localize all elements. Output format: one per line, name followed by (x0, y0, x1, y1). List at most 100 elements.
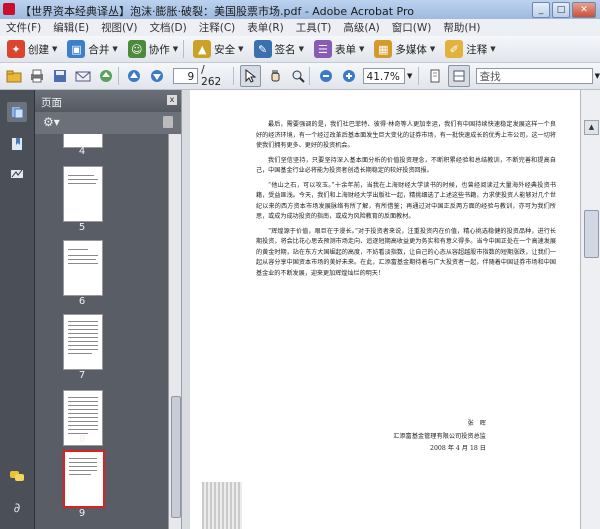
previous-page-icon[interactable] (125, 66, 144, 86)
sign-button[interactable]: ✎ 签名 ▼ (251, 38, 307, 60)
signature-date: 2008 年 4 月 18 日 (430, 445, 486, 452)
fit-page-icon[interactable] (425, 66, 444, 86)
search-placeholder: 查找 (479, 71, 501, 83)
toolbar-separator (418, 67, 420, 85)
options-gear-icon[interactable]: ⚙▾ (43, 115, 60, 129)
minimize-button[interactable]: _ (532, 2, 550, 18)
menu-forms[interactable]: 表单(R) (241, 20, 290, 35)
menu-advanced[interactable]: 高级(A) (337, 20, 385, 35)
pages-panel: 页面 x ⚙▾ 4 5 6 7 8 9 (35, 90, 182, 529)
page-thumbnail[interactable] (63, 240, 103, 296)
close-button[interactable]: ✕ (572, 2, 596, 18)
pages-panel-header: 页面 x (35, 90, 181, 112)
zoom-in-icon[interactable] (339, 66, 358, 86)
forms-button[interactable]: ☰ 表单 ▼ (311, 38, 367, 60)
panel-options-bar: ⚙▾ (35, 112, 181, 134)
page-thumbnail[interactable] (63, 314, 103, 370)
trash-icon[interactable] (163, 116, 173, 128)
page-thumbnail-label: 6 (78, 296, 86, 307)
maximize-button[interactable]: □ (552, 2, 570, 18)
dropdown-arrow-icon: ▼ (358, 45, 365, 53)
bookmarks-panel-icon[interactable] (7, 134, 27, 154)
dropdown-arrow-icon: ▼ (112, 45, 118, 53)
multimedia-button[interactable]: ▦ 多媒体 ▼ (371, 38, 438, 60)
collaborate-label: 协作 (148, 43, 170, 56)
scroll-thumb[interactable] (171, 396, 181, 518)
select-tool-icon[interactable] (239, 65, 262, 87)
pages-panel-icon[interactable] (7, 102, 27, 122)
sign-label: 签名 (274, 43, 296, 56)
menu-comments[interactable]: 注释(C) (193, 20, 242, 35)
combine-label: 合并 (88, 43, 110, 56)
email-icon[interactable] (73, 66, 92, 86)
lock-icon: ▲ (193, 40, 212, 58)
navigation-toolbar: 9 / 262 41.7% ▼ 查找 ▼ (0, 63, 600, 90)
document-scrollbar[interactable]: ▲ (580, 90, 600, 529)
close-panel-icon[interactable]: x (167, 95, 177, 105)
form-icon: ☰ (313, 40, 332, 58)
page-thumbnail-label: 9 (78, 508, 86, 519)
comments-panel-icon[interactable] (7, 466, 27, 486)
secure-button[interactable]: ▲ 安全 ▼ (190, 38, 246, 60)
comment-icon: ✐ (445, 40, 464, 58)
menu-file[interactable]: 文件(F) (0, 20, 47, 35)
paragraph: 最后，需要强调的是，我们社巴菲特、彼得·林奇等人更加幸运，我们有中国持续快速稳定… (256, 121, 556, 149)
paragraph: 我们坚信坚持，只要坚持深入基本面分析的价值投资理念，不断积累经验和总结教训，不断… (256, 156, 556, 175)
create-icon: ✦ (7, 40, 25, 58)
create-button[interactable]: ✦ 创建 ▼ (4, 38, 60, 60)
scroll-thumb[interactable] (584, 210, 599, 258)
menu-edit[interactable]: 编辑(E) (47, 20, 95, 35)
attachments-panel-icon[interactable]: ∂ (7, 498, 27, 518)
print-icon[interactable] (27, 66, 46, 86)
upload-icon[interactable] (97, 66, 116, 86)
page-number-input[interactable]: 9 (172, 68, 199, 84)
scroll-up-icon[interactable]: ▲ (584, 120, 599, 135)
window-title: 【世界资本经典译丛】泡沫·膨胀·破裂：美国股票市场.pdf - Adobe Ac… (20, 5, 414, 18)
zoom-level-select[interactable]: 41.7% (362, 68, 405, 84)
menu-document[interactable]: 文档(D) (143, 20, 192, 35)
pdf-page: 最后，需要强调的是，我们社巴菲特、彼得·林奇等人更加幸运，我们有中国持续快速稳定… (256, 120, 556, 529)
save-icon[interactable] (50, 66, 69, 86)
page-thumbnail[interactable] (63, 166, 103, 222)
zoom-tool-icon[interactable] (288, 66, 307, 86)
search-input[interactable]: 查找 (475, 68, 593, 84)
next-page-icon[interactable] (148, 66, 167, 86)
comment-button[interactable]: ✐ 注释 ▼ (442, 38, 498, 60)
pen-icon: ✎ (253, 40, 272, 58)
combine-button[interactable]: ▣ 合并 ▼ (64, 38, 120, 60)
fit-width-icon[interactable] (448, 65, 470, 87)
menu-tools[interactable]: 工具(T) (290, 20, 338, 35)
zoom-value: 41.7% (366, 71, 400, 83)
hand-tool-icon[interactable] (265, 66, 284, 86)
signatures-panel-icon[interactable] (7, 164, 27, 184)
page-thumbnail-selected[interactable] (63, 450, 105, 508)
open-folder-icon[interactable] (4, 66, 23, 86)
paragraph: “辉煌源于价值，艰巨在于漫长。”对于投资者来说，注重投资内在价值，精心挑选稳健的… (256, 227, 556, 277)
paragraph: “他山之石，可以攻玉。”十余年前，当我在上海财经大学读书的时候，也曾经阅读过大量… (256, 181, 556, 221)
secure-label: 安全 (214, 43, 236, 56)
search-dropdown-icon[interactable]: ▼ (595, 72, 600, 80)
page-thumbnail-label: 7 (78, 370, 86, 381)
menu-help[interactable]: 帮助(H) (437, 20, 486, 35)
toolbar-separator (117, 67, 119, 85)
page-thumbnails: 4 5 6 7 8 9 (35, 134, 168, 529)
tasks-toolbar: ✦ 创建 ▼ ▣ 合并 ▼ ☺ 协作 ▼ ▲ 安全 ▼ ✎ 签名 ▼ ☰ 表单 ▼ ▦ 多媒… (0, 36, 600, 63)
window-controls: _ □ ✕ (532, 2, 596, 18)
menu-window[interactable]: 窗口(W) (386, 20, 438, 35)
multimedia-icon: ▦ (374, 40, 393, 58)
signature-organization: 汇添富基金管理有限公司投资总监 (393, 433, 486, 440)
document-view: 最后，需要强调的是，我们社巴菲特、彼得·林奇等人更加幸运，我们有中国持续快速稳定… (190, 90, 580, 529)
toolbar-separator (232, 67, 234, 85)
menu-view[interactable]: 视图(V) (95, 20, 143, 35)
zoom-dropdown-icon[interactable]: ▼ (407, 72, 412, 80)
toolbar-separator (183, 40, 185, 58)
thumbnails-scrollbar[interactable] (168, 134, 182, 529)
create-label: 创建 (28, 43, 49, 56)
page-thumbnail-label: 5 (78, 222, 86, 233)
signature-name: 张 晖 (467, 420, 486, 427)
title-bar: 【世界资本经典译丛】泡沫·膨胀·破裂：美国股票市场.pdf - Adobe Ac… (0, 0, 600, 20)
collaborate-button[interactable]: ☺ 协作 ▼ (125, 38, 181, 60)
zoom-out-icon[interactable] (316, 66, 335, 86)
dropdown-arrow-icon: ▼ (238, 45, 244, 53)
dropdown-arrow-icon: ▼ (490, 45, 496, 53)
